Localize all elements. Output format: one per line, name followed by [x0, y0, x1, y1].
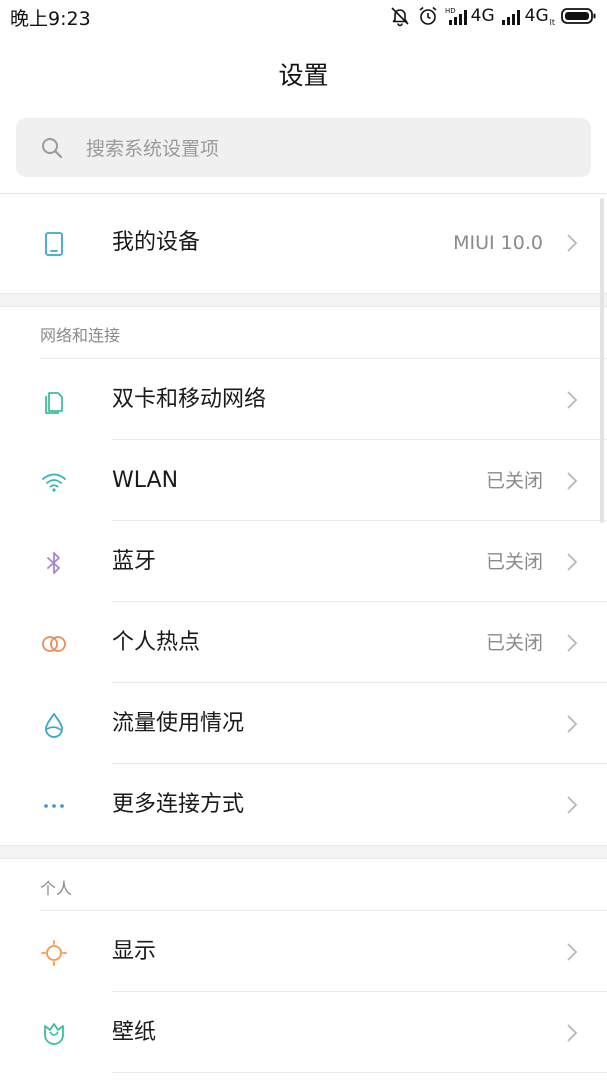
item-label: 我的设备 — [112, 230, 201, 255]
divider — [112, 1072, 607, 1073]
more-dots-icon — [44, 804, 64, 808]
settings-item-more-connections[interactable]: 更多连接方式 — [0, 765, 607, 845]
item-label: 个人热点 — [112, 630, 201, 655]
sim1-network-type: 4G — [470, 6, 495, 26]
settings-item-dual-sim[interactable]: 双卡和移动网络 — [0, 360, 607, 440]
chevron-right-icon — [567, 472, 578, 490]
hotspot-icon — [42, 636, 66, 652]
scrollbar[interactable] — [600, 198, 604, 523]
divider — [112, 601, 607, 602]
signal-bars-icon: HD — [445, 7, 467, 25]
bluetooth-icon — [47, 552, 60, 574]
mute-bell-icon — [391, 7, 409, 27]
section-gap — [0, 845, 607, 859]
page-title: 设置 — [278, 61, 329, 90]
chevron-right-icon — [567, 391, 578, 409]
item-value: MIUI 10.0 — [453, 232, 543, 254]
sim2-network-text: 4G — [524, 6, 549, 26]
alarm-icon — [419, 6, 437, 25]
divider — [112, 991, 607, 992]
chevron-right-icon — [567, 796, 578, 814]
settings-item-hotspot[interactable]: 个人热点 已关闭 — [0, 603, 607, 683]
chevron-right-icon — [567, 715, 578, 733]
chevron-right-icon — [567, 234, 578, 252]
item-label: 显示 — [112, 939, 157, 964]
settings-item-bluetooth[interactable]: 蓝牙 已关闭 — [0, 522, 607, 602]
section-gap — [0, 293, 607, 307]
phone-icon — [45, 232, 63, 256]
item-value: 已关闭 — [485, 470, 543, 492]
search-input[interactable]: 搜索系统设置项 — [16, 118, 591, 177]
item-label: 蓝牙 — [112, 549, 157, 574]
chevron-right-icon — [567, 553, 578, 571]
divider — [112, 763, 607, 764]
divider — [112, 520, 607, 521]
signal-bars-icon — [501, 10, 520, 25]
wifi-icon — [42, 473, 66, 492]
divider — [112, 682, 607, 683]
settings-item-display[interactable]: 显示 — [0, 912, 607, 992]
status-time: 晚上9:23 — [10, 8, 91, 30]
sun-icon — [41, 940, 67, 966]
item-label: 流量使用情况 — [112, 711, 245, 736]
sim2-network-type: 4Glt — [524, 6, 555, 27]
chevron-right-icon — [567, 1024, 578, 1042]
search-placeholder: 搜索系统设置项 — [86, 138, 220, 160]
divider — [40, 358, 607, 359]
section-header-personal: 个人 — [40, 879, 73, 898]
data-drop-icon — [45, 713, 63, 738]
dual-sim-icon — [45, 392, 63, 414]
chevron-right-icon — [567, 943, 578, 961]
search-icon — [42, 137, 63, 158]
item-value: 已关闭 — [485, 551, 543, 573]
sim2-network-sup: lt — [549, 18, 555, 27]
sim1-signal: HD 4G — [445, 6, 495, 26]
item-label: 双卡和移动网络 — [112, 387, 267, 412]
chevron-right-icon — [567, 634, 578, 652]
item-value: 已关闭 — [485, 632, 543, 654]
settings-item-wlan[interactable]: WLAN 已关闭 — [0, 441, 607, 521]
item-label: 更多连接方式 — [112, 792, 245, 817]
divider — [40, 910, 607, 911]
status-icons: HD 4G 4Glt — [389, 3, 597, 29]
item-label: 壁纸 — [112, 1020, 157, 1045]
settings-item-data-usage[interactable]: 流量使用情况 — [0, 684, 607, 764]
status-bar: 晚上9:23 HD 4G 4Glt — [0, 0, 607, 32]
divider — [112, 439, 607, 440]
battery-icon — [561, 8, 596, 24]
tulip-icon — [44, 1023, 64, 1045]
hd-label: HD — [445, 7, 456, 15]
divider — [0, 193, 607, 194]
sim2-signal: 4Glt — [501, 6, 555, 27]
section-header-network: 网络和连接 — [40, 326, 121, 345]
item-label: WLAN — [112, 468, 179, 493]
settings-item-my-device[interactable]: 我的设备 MIUI 10.0 — [0, 203, 607, 283]
settings-item-wallpaper[interactable]: 壁纸 — [0, 993, 607, 1073]
